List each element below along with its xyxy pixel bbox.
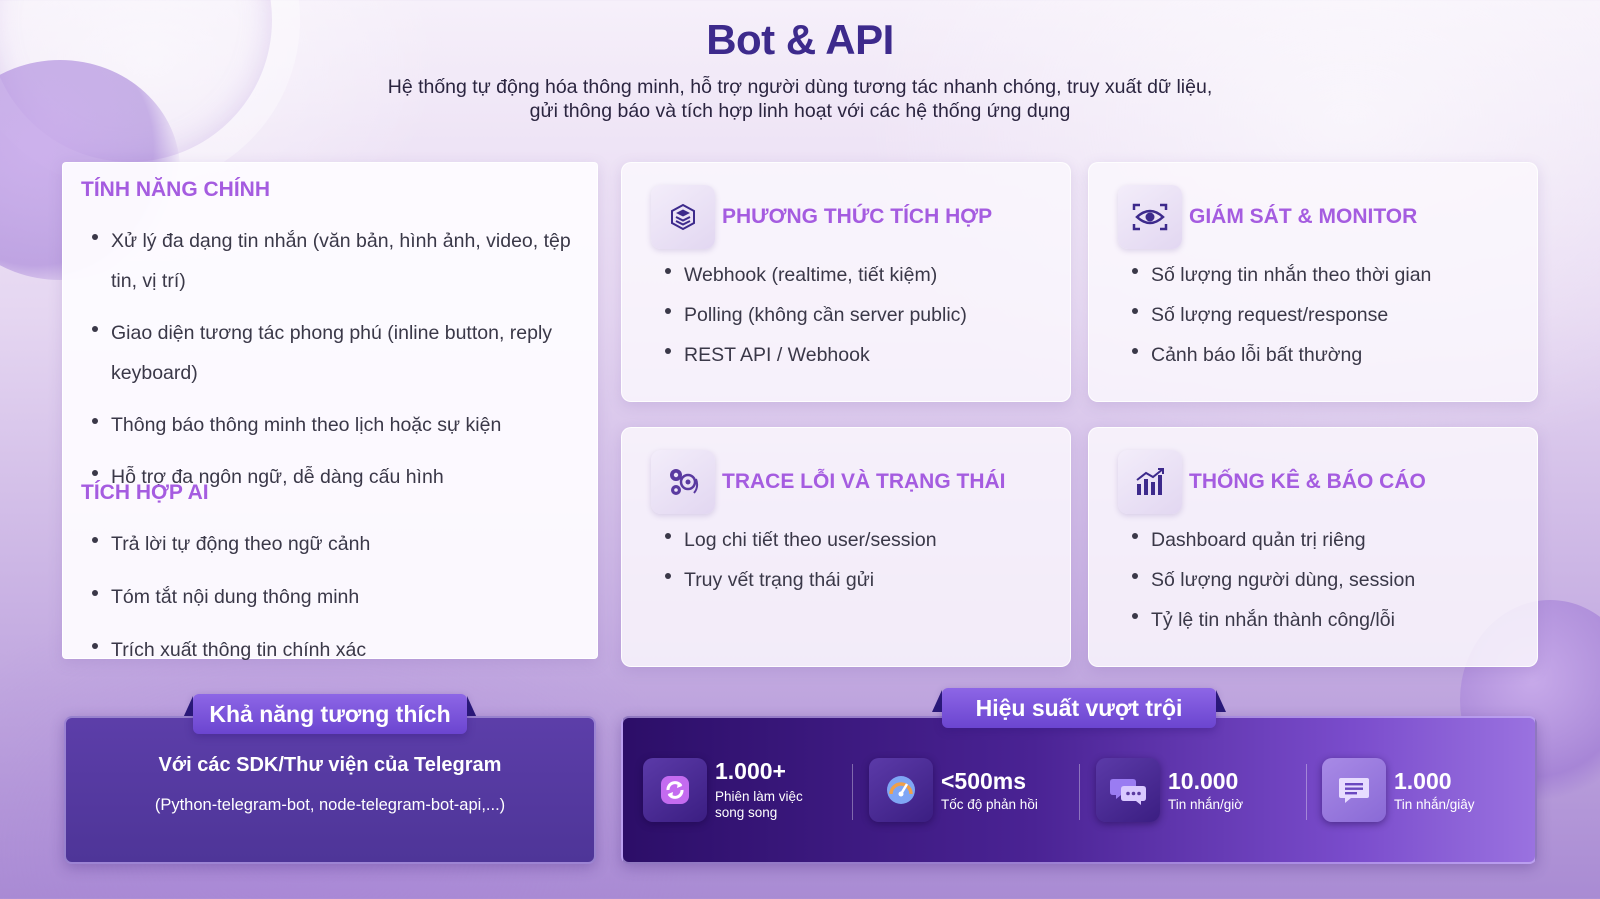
features-list: Xử lý đa dạng tin nhắn (văn bản, hình ản… <box>81 221 581 497</box>
features-item: Giao diện tương tác phong phú (inline bu… <box>81 313 581 393</box>
performance-label: Hiệu suất vượt trội <box>942 688 1216 728</box>
perf-tab-wing-left <box>932 690 942 712</box>
stat-sessions-label-1: Phiên làm việc <box>715 789 803 804</box>
ai-item: Tóm tắt nội dung thông minh <box>81 577 581 617</box>
stat-response-label: Tốc độ phản hồi <box>941 797 1038 812</box>
stats-item: Tỷ lệ tin nhắn thành công/lỗi <box>1121 600 1415 640</box>
monitor-item: Cảnh báo lỗi bất thường <box>1121 335 1431 375</box>
integration-item: REST API / Webhook <box>654 335 967 375</box>
compatibility-line-1: Với các SDK/Thư viện của Telegram <box>158 754 502 776</box>
features-card: TÍNH NĂNG CHÍNH Xử lý đa dạng tin nhắn (… <box>62 162 598 661</box>
performance-panel: 1.000+ Phiên làm việc song song <500ms T… <box>621 716 1537 864</box>
stat-per-hour-value: 10.000 <box>1168 768 1239 794</box>
sync-icon <box>643 758 707 822</box>
stat-divider <box>1306 764 1307 820</box>
monitor-list: Số lượng tin nhắn theo thời gian Số lượn… <box>1121 255 1431 375</box>
trace-item: Log chi tiết theo user/session <box>654 520 937 560</box>
trace-card: TRACE LỖI VÀ TRẠNG THÁI Log chi tiết the… <box>621 427 1071 667</box>
compatibility-label: Khả năng tương thích <box>193 694 467 734</box>
stat-per-second-label: Tin nhắn/giây <box>1394 797 1475 812</box>
monitor-item: Số lượng request/response <box>1121 295 1431 335</box>
features-item: Thông báo thông minh theo lịch hoặc sự k… <box>81 405 581 445</box>
subtitle-line-2: gửi thông báo và tích hợp linh hoạt với … <box>529 100 1071 122</box>
ai-heading: TÍCH HỢP AI <box>81 481 209 504</box>
stat-divider <box>852 764 853 820</box>
bar-chart-icon <box>1118 450 1182 514</box>
stat-sessions-label-2: song song <box>715 805 778 820</box>
integration-list: Webhook (realtime, tiết kiệm) Polling (k… <box>654 255 967 375</box>
ai-item: Trích xuất thông tin chính xác <box>81 630 581 670</box>
stats-item: Dashboard quản trị riêng <box>1121 520 1415 560</box>
subtitle-line-1: Hệ thống tự động hóa thông minh, hỗ trợ … <box>387 76 1213 98</box>
integration-card: PHƯƠNG THỨC TÍCH HỢP Webhook (realtime, … <box>621 162 1071 402</box>
page-subtitle: Hệ thống tự động hóa thông minh, hỗ trợ … <box>300 75 1300 123</box>
compat-tab-wing-right <box>467 696 477 718</box>
gears-icon <box>651 450 715 514</box>
ai-list: Trả lời tự động theo ngữ cảnh Tóm tắt nộ… <box>81 524 581 670</box>
monitor-card: GIÁM SÁT & MONITOR Số lượng tin nhắn the… <box>1088 162 1538 402</box>
trace-title: TRACE LỖI VÀ TRẠNG THÁI <box>722 470 1006 493</box>
message-icon <box>1322 758 1386 822</box>
stats-title: THỐNG KÊ & BÁO CÁO <box>1189 470 1426 493</box>
compat-tab-wing-left <box>183 696 193 718</box>
monitor-item: Số lượng tin nhắn theo thời gian <box>1121 255 1431 295</box>
features-heading: TÍNH NĂNG CHÍNH <box>81 178 270 201</box>
stat-divider <box>1079 764 1080 820</box>
stats-list: Dashboard quản trị riêng Số lượng người … <box>1121 520 1415 640</box>
integration-item: Webhook (realtime, tiết kiệm) <box>654 255 967 295</box>
stat-per-hour-label: Tin nhắn/giờ <box>1168 797 1244 812</box>
ai-item: Trả lời tự động theo ngữ cảnh <box>81 524 581 564</box>
stat-response-value: <500ms <box>941 768 1027 794</box>
eye-scan-icon <box>1118 185 1182 249</box>
stat-per-second-value: 1.000 <box>1394 768 1452 794</box>
stats-item: Số lượng người dùng, session <box>1121 560 1415 600</box>
page-title: Bot & API <box>706 16 894 63</box>
chat-bubbles-icon <box>1096 758 1160 822</box>
compatibility-panel: Với các SDK/Thư viện của Telegram (Pytho… <box>64 716 596 864</box>
monitor-title: GIÁM SÁT & MONITOR <box>1189 205 1418 228</box>
integration-title: PHƯƠNG THỨC TÍCH HỢP <box>722 205 993 228</box>
speedometer-icon <box>869 758 933 822</box>
trace-list: Log chi tiết theo user/session Truy vết … <box>654 520 937 600</box>
trace-item: Truy vết trạng thái gửi <box>654 560 937 600</box>
stats-card: THỐNG KÊ & BÁO CÁO Dashboard quản trị ri… <box>1088 427 1538 667</box>
stat-sessions-value: 1.000+ <box>715 758 786 784</box>
integration-item: Polling (không cần server public) <box>654 295 967 335</box>
compatibility-line-2: (Python-telegram-bot, node-telegram-bot-… <box>154 796 506 814</box>
perf-tab-wing-right <box>1216 690 1226 712</box>
layers-icon <box>651 185 715 249</box>
features-item: Xử lý đa dạng tin nhắn (văn bản, hình ản… <box>81 221 581 301</box>
